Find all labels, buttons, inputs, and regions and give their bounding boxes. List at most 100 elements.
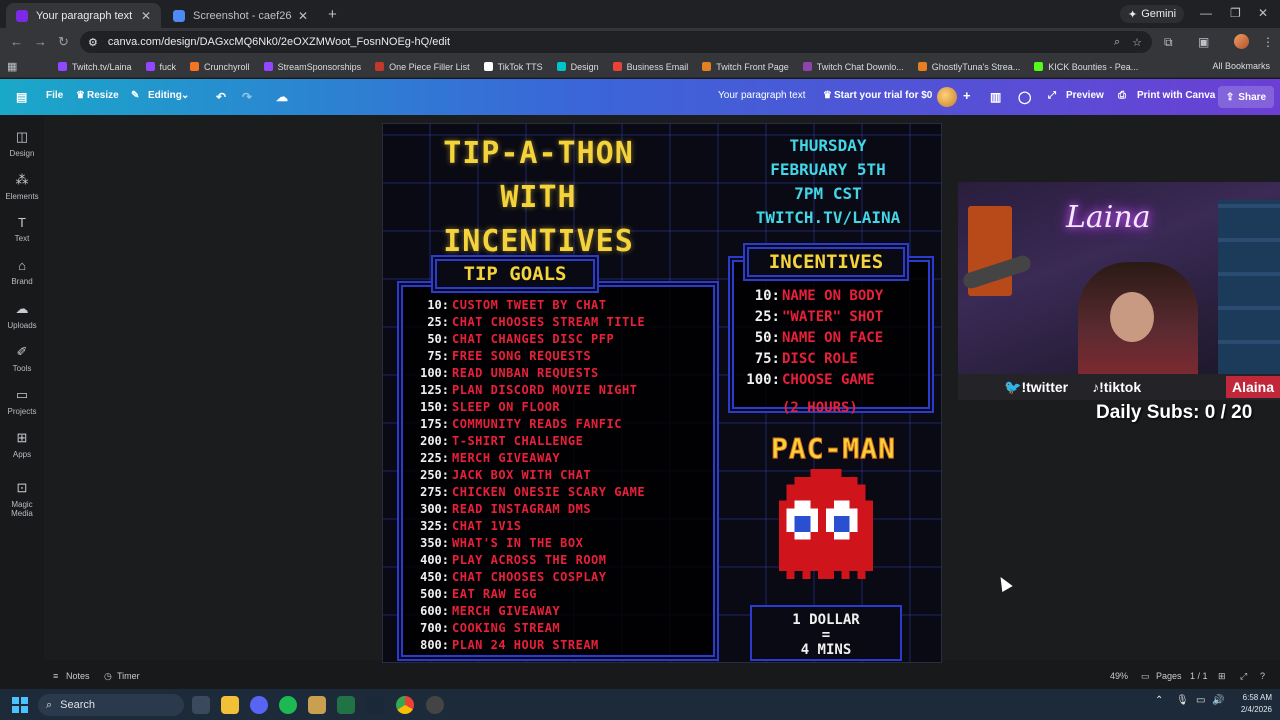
timer-button[interactable]: Timer [117, 671, 140, 681]
sidebar-item-tools[interactable]: ✐ Tools [0, 344, 44, 373]
new-tab-icon[interactable]: + [328, 6, 337, 23]
goal-row: 600: MERCH GIVEAWAY [420, 604, 561, 618]
bookmark-favicon-icon [702, 62, 712, 71]
bookmark-item[interactable]: KICK Bounties - Pea... [1034, 62, 1138, 72]
undo-icon[interactable]: ↶ [216, 90, 226, 104]
comment-icon[interactable]: ◯ [1018, 90, 1031, 104]
bookmark-item[interactable]: TikTok TTS [483, 62, 543, 72]
task-view-icon[interactable] [192, 696, 210, 714]
close-tab-icon[interactable]: ✕ [141, 9, 151, 23]
help-icon[interactable]: ? [1260, 671, 1265, 681]
trial-button[interactable]: Start your trial for $0 [834, 90, 932, 101]
url-bar[interactable]: ⚙ canva.com/design/DAGxcMQ6Nk0/2eOXZMWoo… [80, 31, 1152, 53]
crunchyroll-icon [190, 62, 200, 71]
sidebar-item-design[interactable]: ◫ Design [0, 129, 44, 158]
close-window-icon[interactable]: ✕ [1258, 6, 1268, 20]
discord-icon[interactable] [250, 696, 268, 714]
sidebar-item-apps[interactable]: ⊞ Apps [0, 430, 44, 459]
sidebar-item-uploads[interactable]: ☁ Uploads [0, 301, 44, 330]
incentive-row: 100: CHOOSE GAME [746, 372, 875, 388]
preview-button[interactable]: Preview [1066, 90, 1104, 101]
steam-icon[interactable] [366, 696, 384, 714]
user-avatar[interactable] [937, 87, 957, 107]
url-text: canva.com/design/DAGxcMQ6Nk0/2eOXZMWoot_… [107, 36, 451, 48]
incentive-row: 50: NAME ON FACE [754, 330, 884, 346]
zoom-search-icon[interactable]: ⌕ [1114, 36, 1120, 49]
goal-row: 10: CUSTOM TWEET BY CHAT [427, 298, 607, 312]
poster-canvas[interactable]: TIP-A-THON WITH INCENTIVES THURSDAY FEBR… [382, 123, 942, 663]
bookmark-item[interactable]: Design [556, 62, 599, 72]
file-explorer-icon[interactable] [221, 696, 239, 714]
sidebar-item-projects[interactable]: ▭ Projects [0, 387, 44, 416]
spotify-icon[interactable] [279, 696, 297, 714]
bookmark-star-icon[interactable]: ☆ [1132, 36, 1142, 49]
bookmark-item[interactable]: Business Email [612, 62, 688, 72]
sidebar-item-text[interactable]: T Text [0, 215, 44, 243]
redo-icon[interactable]: ↷ [242, 90, 252, 104]
bookmark-item[interactable]: Twitch.tv/Laina [58, 62, 132, 72]
back-icon[interactable]: ← [10, 34, 23, 49]
bookmark-item[interactable]: StreamSponsorships [263, 62, 361, 72]
chevron-down-icon[interactable]: ⌄ [181, 90, 189, 101]
pages-button[interactable]: Pages [1156, 671, 1182, 681]
microphone-tray-icon[interactable]: 🎙 [1176, 695, 1189, 706]
windows-start-icon[interactable] [12, 697, 28, 713]
minimize-icon[interactable]: — [1200, 6, 1212, 20]
volume-icon[interactable]: 🔊 [1212, 695, 1224, 706]
share-button[interactable]: ⇪ Share [1218, 86, 1274, 108]
search-icon: ⌕ [46, 698, 53, 711]
excel-icon[interactable] [337, 696, 355, 714]
system-clock[interactable]: 6:58 AM 2/4/2026 [1230, 692, 1272, 716]
tab-screenshot[interactable]: Screenshot - caef2640df6e120 ✕ [163, 3, 318, 28]
bookmark-item[interactable]: Crunchyroll [190, 62, 250, 72]
sidebar-item-magic-media[interactable]: ⊡ Magic Media [0, 480, 44, 518]
close-tab-icon[interactable]: ✕ [298, 9, 308, 23]
notes-button[interactable]: Notes [66, 671, 90, 681]
resize-button[interactable]: Resize [87, 90, 119, 101]
menu-dots-icon[interactable]: ⋮ [1262, 35, 1274, 49]
tray-chevron-icon[interactable]: ⌃ [1155, 695, 1163, 706]
bookmark-item[interactable]: Twitch Chat Downlo... [802, 62, 904, 72]
sidepanel-icon[interactable]: ▣ [1198, 35, 1209, 49]
bookmark-favicon-icon [917, 62, 927, 71]
tab-canva[interactable]: Your paragraph text - Poster (S ✕ [6, 3, 161, 28]
profile-avatar[interactable] [1234, 34, 1249, 49]
doc-title[interactable]: Your paragraph text [718, 90, 805, 101]
network-icon[interactable]: ▭ [1196, 695, 1205, 706]
reload-icon[interactable]: ↻ [58, 34, 69, 50]
goal-row: 350: WHAT'S IN THE BOX [420, 536, 584, 550]
grid-view-icon[interactable]: ⊞ [1218, 671, 1226, 682]
sidebar-item-elements[interactable]: ⁂ Elements [0, 172, 44, 201]
menu-icon[interactable]: ▤ [16, 90, 27, 104]
dollar-rate-box: 1 DOLLAR = 4 MINS [750, 605, 902, 661]
cloud-saved-icon[interactable]: ☁ [276, 90, 288, 104]
goal-row: 400: PLAY ACROSS THE ROOM [420, 553, 607, 567]
bookmark-item[interactable]: Twitch Front Page [702, 62, 789, 72]
bookmark-item[interactable]: fuck [145, 62, 176, 72]
zoom-level[interactable]: 49% [1110, 671, 1128, 681]
gemini-button[interactable]: ✦ Gemini [1120, 5, 1185, 23]
bookmark-item[interactable]: One Piece Filler List [375, 62, 470, 72]
editing-dropdown[interactable]: Editing [148, 90, 182, 101]
forward-icon[interactable]: → [34, 34, 47, 49]
file-menu[interactable]: File [46, 90, 63, 101]
fullscreen-icon[interactable]: ⤢ [1240, 671, 1247, 682]
apps-grid-icon[interactable]: ▦ [7, 60, 17, 73]
chrome-icon[interactable] [396, 696, 414, 714]
bookmark-item[interactable]: GhostlyTuna's Strea... [917, 62, 1020, 72]
twitch-icon [145, 62, 155, 71]
all-bookmarks[interactable]: All Bookmarks [1212, 61, 1270, 71]
obs-icon[interactable] [426, 696, 444, 714]
extensions-icon[interactable]: ⧉ [1164, 35, 1173, 50]
sidebar-item-brand[interactable]: ⌂ Brand [0, 258, 44, 286]
taskbar-search[interactable]: ⌕ Search [38, 694, 184, 716]
site-info-icon[interactable]: ⚙ [88, 36, 98, 49]
goal-row: 200: T-SHIRT CHALLENGE [420, 434, 584, 448]
print-button[interactable]: Print with Canva [1137, 90, 1215, 101]
app-icon[interactable] [308, 696, 326, 714]
upload-cloud-icon: ☁ [15, 301, 29, 316]
maximize-icon[interactable]: ❐ [1230, 6, 1241, 20]
add-collaborator-icon[interactable]: + [963, 88, 971, 103]
screenshot-favicon-icon [173, 9, 185, 22]
analytics-icon[interactable]: ▥ [990, 90, 1001, 104]
